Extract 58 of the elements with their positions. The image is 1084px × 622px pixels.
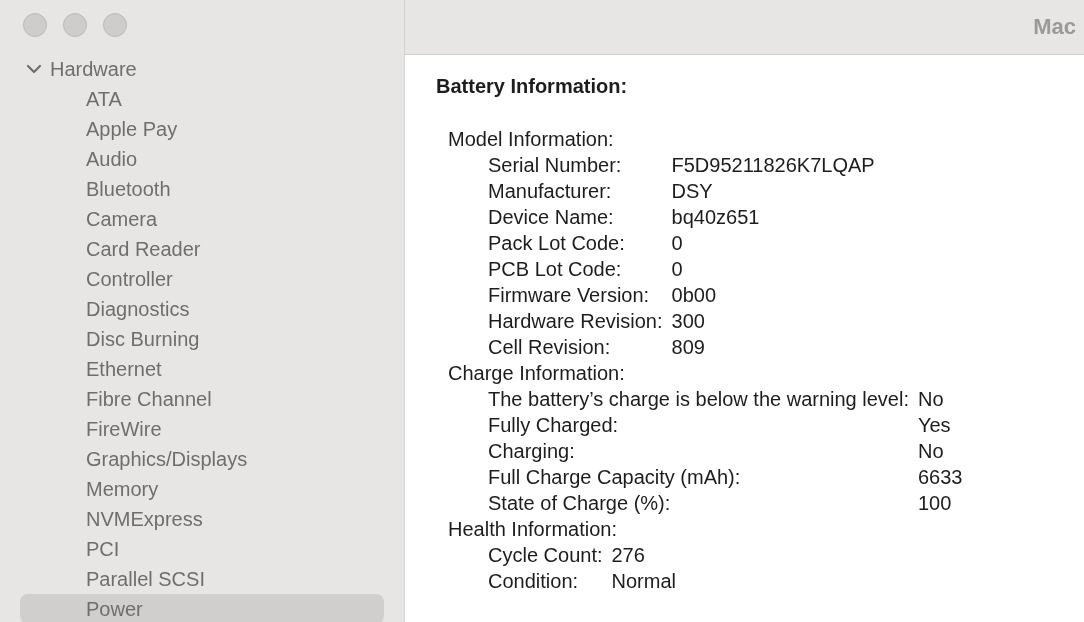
field-label: Condition: xyxy=(488,569,580,594)
field-value: 0b00 xyxy=(671,283,717,308)
field-label: Hardware Revision: xyxy=(488,309,663,334)
field-label: Full Charge Capacity (mAh): xyxy=(488,465,742,490)
field-label: Pack Lot Code: xyxy=(488,231,626,256)
sidebar-item[interactable]: Audio xyxy=(20,144,384,174)
sidebar-item[interactable]: Camera xyxy=(20,204,384,234)
sidebar-item[interactable]: Controller xyxy=(20,264,384,294)
sidebar-item[interactable]: ATA xyxy=(20,84,384,114)
sidebar-item[interactable]: Diagnostics xyxy=(20,294,384,324)
window-title: Mac xyxy=(1033,14,1076,40)
field-label: PCB Lot Code: xyxy=(488,257,623,282)
field-value: No xyxy=(917,387,945,412)
sidebar-item[interactable]: PCI xyxy=(20,534,384,564)
field-value: 0 xyxy=(671,257,684,282)
field-label: Fully Charged: xyxy=(488,413,620,438)
sidebar-item[interactable]: Memory xyxy=(20,474,384,504)
window-control-icon[interactable] xyxy=(23,13,47,37)
field-label: State of Charge (%): xyxy=(488,491,672,516)
group-title: Charge Information: xyxy=(448,361,626,386)
field-value: bq40z651 xyxy=(671,205,761,230)
field-value: 300 xyxy=(671,309,706,334)
group-title: Health Information: xyxy=(448,517,618,542)
sidebar-item[interactable]: Ethernet xyxy=(20,354,384,384)
sidebar-item[interactable]: Parallel SCSI xyxy=(20,564,384,594)
group-title: Model Information: xyxy=(448,127,615,152)
sidebar-item[interactable]: Power xyxy=(20,594,384,622)
field-label: Manufacturer: xyxy=(488,179,613,204)
field-label: Charging: xyxy=(488,439,576,464)
sidebar-item[interactable]: Graphics/Displays xyxy=(20,444,384,474)
section-heading: Battery Information: xyxy=(436,75,629,98)
field-label: Cell Revision: xyxy=(488,335,612,360)
field-label: The battery’s charge is below the warning level: xyxy=(488,387,909,412)
field-label: Serial Number: xyxy=(488,153,623,178)
sidebar-item[interactable]: Fibre Channel xyxy=(20,384,384,414)
sidebar-item[interactable]: Bluetooth xyxy=(20,174,384,204)
field-value: 809 xyxy=(671,335,706,360)
window-control-icon[interactable] xyxy=(63,13,87,37)
field-label: Firmware Version: xyxy=(488,283,651,308)
field-value: 0 xyxy=(671,231,684,256)
field-value: No xyxy=(917,439,945,464)
field-label: Cycle Count: xyxy=(488,543,603,568)
sidebar-item[interactable]: NVMExpress xyxy=(20,504,384,534)
field-label: Device Name: xyxy=(488,205,615,230)
field-value: 276 xyxy=(611,543,646,568)
sidebar-item[interactable]: Card Reader xyxy=(20,234,384,264)
field-value: 6633 xyxy=(917,465,963,490)
field-value: 100 xyxy=(917,491,953,516)
field-value: Normal xyxy=(611,569,676,594)
chevron-icon[interactable] xyxy=(26,64,42,74)
field-value: Yes xyxy=(917,413,952,438)
sidebar-item[interactable]: Apple Pay xyxy=(20,114,384,144)
sidebar-group-label[interactable]: Hardware xyxy=(50,57,137,81)
sidebar-item[interactable]: FireWire xyxy=(20,414,384,444)
field-value: DSY xyxy=(671,179,714,204)
window-control-icon[interactable] xyxy=(103,13,127,37)
field-value: F5D95211826K7LQAP xyxy=(671,153,875,178)
sidebar-item[interactable]: Disc Burning xyxy=(20,324,384,354)
